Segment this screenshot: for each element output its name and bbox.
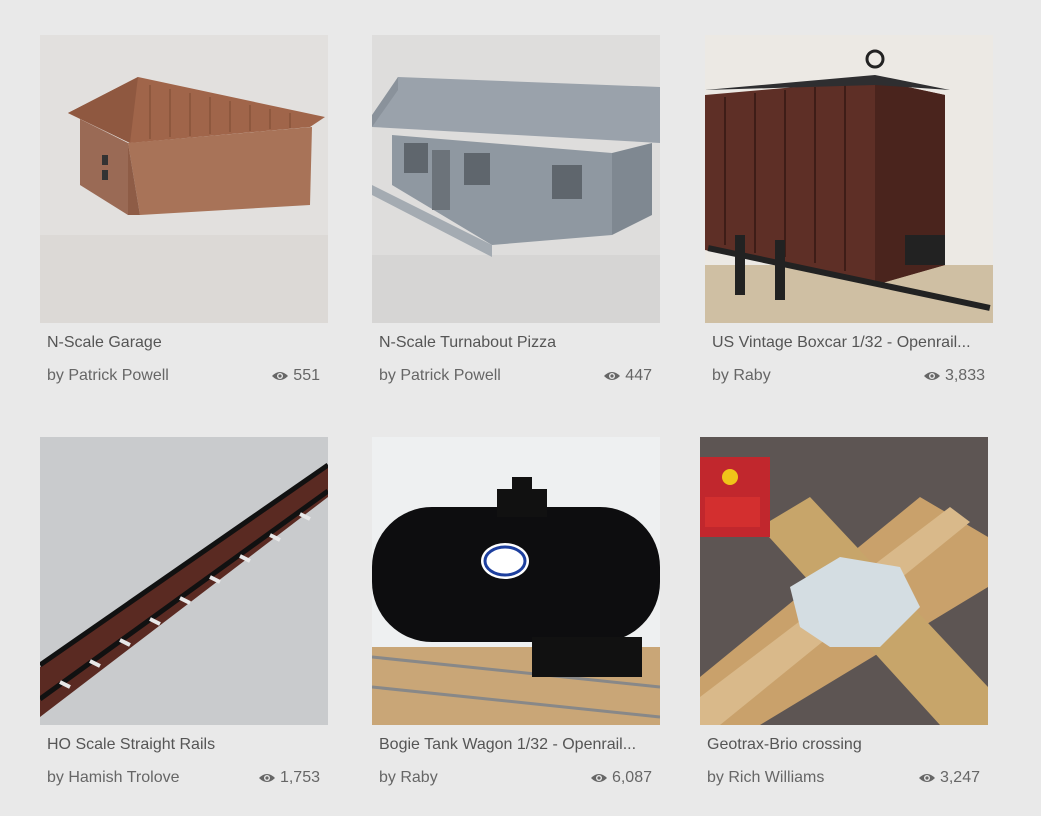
- eye-icon: [258, 774, 275, 782]
- view-count: 1,753: [258, 768, 320, 788]
- model-author[interactable]: by Raby: [379, 768, 438, 788]
- model-title[interactable]: US Vintage Boxcar 1/32 - Openrail...: [712, 333, 987, 353]
- model-card[interactable]: HO Scale Straight Rails by Hamish Trolov…: [40, 437, 328, 788]
- model-meta: by Patrick Powell 551: [47, 366, 320, 386]
- view-count-value: 1,753: [279, 769, 320, 786]
- model-title[interactable]: HO Scale Straight Rails: [47, 735, 322, 755]
- model-card[interactable]: US Vintage Boxcar 1/32 - Openrail... by …: [705, 35, 993, 386]
- model-thumbnail-tank-wagon[interactable]: [372, 437, 660, 725]
- model-title[interactable]: Bogie Tank Wagon 1/32 - Openrail...: [379, 735, 654, 755]
- model-gallery: N-Scale Garage by Patrick Powell 551 N-S…: [0, 0, 1041, 816]
- model-title[interactable]: Geotrax-Brio crossing: [707, 735, 982, 755]
- model-card[interactable]: N-Scale Turnabout Pizza by Patrick Powel…: [372, 35, 660, 386]
- eye-icon: [590, 774, 607, 782]
- model-author[interactable]: by Hamish Trolove: [47, 768, 180, 788]
- model-thumbnail-n-scale-garage[interactable]: [40, 35, 328, 323]
- eye-icon: [923, 372, 940, 380]
- model-title[interactable]: N-Scale Garage: [47, 333, 322, 353]
- view-count-value: 6,087: [611, 769, 652, 786]
- view-count: 3,833: [923, 366, 985, 386]
- model-meta: by Raby 3,833: [712, 366, 985, 386]
- view-count-value: 3,247: [939, 769, 980, 786]
- model-meta: by Patrick Powell 447: [379, 366, 652, 386]
- view-count: 6,087: [590, 768, 652, 788]
- eye-icon: [918, 774, 935, 782]
- model-card[interactable]: Bogie Tank Wagon 1/32 - Openrail... by R…: [372, 437, 660, 788]
- model-thumbnail-geotrax-crossing[interactable]: [700, 437, 988, 725]
- model-author[interactable]: by Patrick Powell: [379, 366, 501, 386]
- model-meta: by Raby 6,087: [379, 768, 652, 788]
- model-card[interactable]: Geotrax-Brio crossing by Rich Williams 3…: [700, 437, 988, 788]
- view-count: 3,247: [918, 768, 980, 788]
- model-meta: by Hamish Trolove 1,753: [47, 768, 320, 788]
- view-count: 447: [603, 366, 652, 386]
- model-thumbnail-ho-rails[interactable]: [40, 437, 328, 725]
- model-title[interactable]: N-Scale Turnabout Pizza: [379, 333, 654, 353]
- model-author[interactable]: by Raby: [712, 366, 771, 386]
- model-meta: by Rich Williams 3,247: [707, 768, 980, 788]
- eye-icon: [604, 372, 621, 380]
- view-count: 551: [271, 366, 320, 386]
- model-card[interactable]: N-Scale Garage by Patrick Powell 551: [40, 35, 328, 386]
- view-count-value: 447: [625, 367, 652, 384]
- view-count-value: 3,833: [944, 367, 985, 384]
- eye-icon: [272, 372, 289, 380]
- model-author[interactable]: by Patrick Powell: [47, 366, 169, 386]
- view-count-value: 551: [293, 367, 320, 384]
- model-thumbnail-n-scale-pizza[interactable]: [372, 35, 660, 323]
- model-thumbnail-vintage-boxcar[interactable]: [705, 35, 993, 323]
- model-author[interactable]: by Rich Williams: [707, 768, 824, 788]
